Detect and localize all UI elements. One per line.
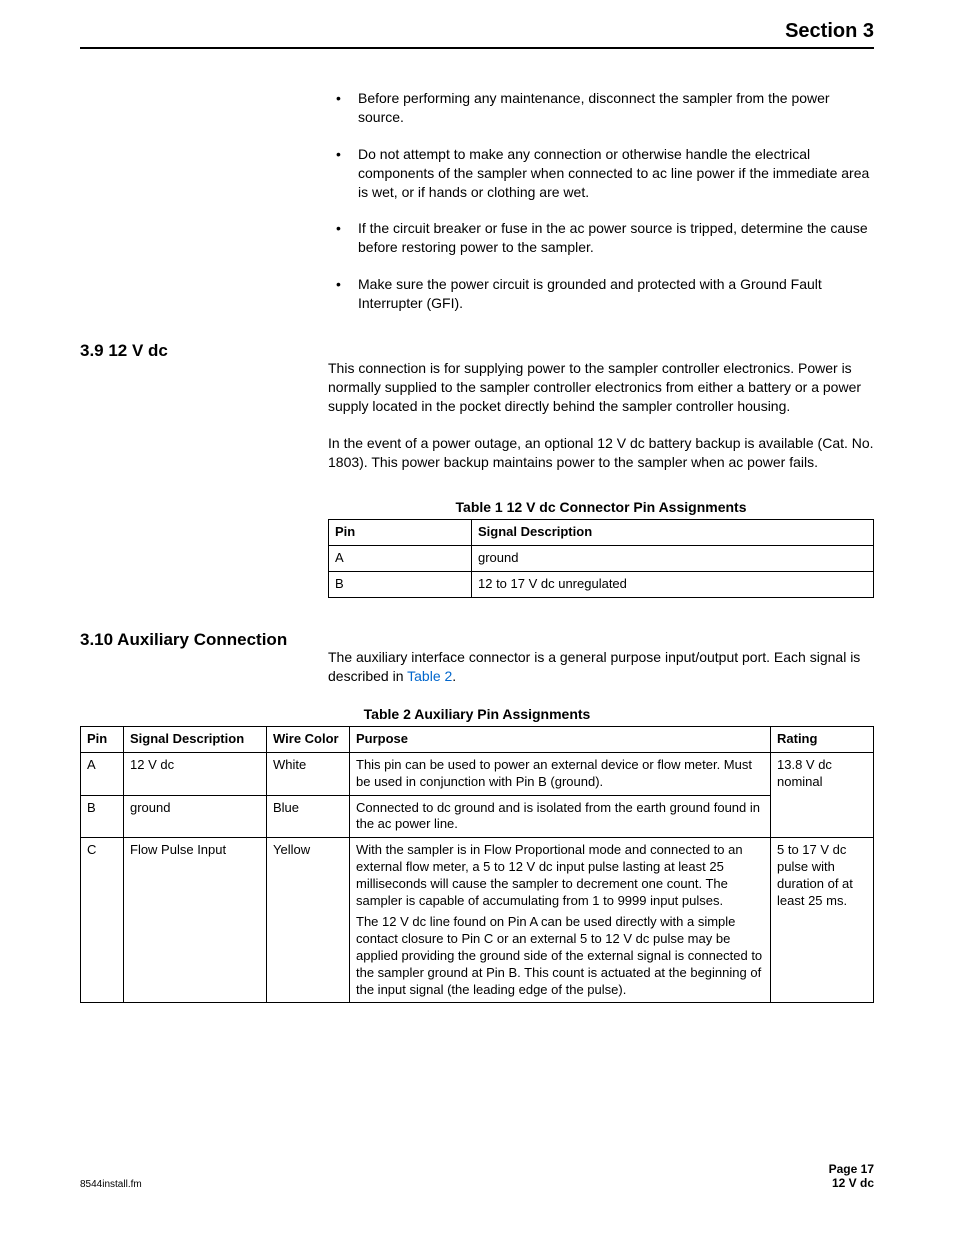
table-row: B 12 to 17 V dc unregulated (329, 572, 874, 598)
table-1-caption: Table 1 12 V dc Connector Pin Assignment… (328, 499, 874, 515)
table-cell: ground (472, 546, 874, 572)
table-row: Pin Signal Description (329, 520, 874, 546)
table-header-rating: Rating (771, 726, 874, 752)
section-3-10-p1: The auxiliary interface connector is a g… (328, 648, 874, 686)
table-header-wire: Wire Color (267, 726, 350, 752)
bullet-item: If the circuit breaker or fuse in the ac… (328, 219, 874, 257)
table-cell: 12 V dc (124, 752, 267, 795)
table-cell: B (81, 795, 124, 838)
purpose-para-1: With the sampler is in Flow Proportional… (356, 842, 764, 910)
table-header-signal: Signal Description (472, 520, 874, 546)
table-header-purpose: Purpose (350, 726, 771, 752)
table-cell: This pin can be used to power an externa… (350, 752, 771, 795)
table-2-link[interactable]: Table 2 (407, 668, 452, 684)
table-cell: Blue (267, 795, 350, 838)
table-row: A ground (329, 546, 874, 572)
table-cell: Connected to dc ground and is isolated f… (350, 795, 771, 838)
table-1: Pin Signal Description A ground B 12 to … (328, 519, 874, 598)
table-row: Pin Signal Description Wire Color Purpos… (81, 726, 874, 752)
table-cell: White (267, 752, 350, 795)
table-header-pin: Pin (329, 520, 472, 546)
bullet-item: Before performing any maintenance, disco… (328, 89, 874, 127)
table-2: Pin Signal Description Wire Color Purpos… (80, 726, 874, 1003)
section-label: Section 3 (785, 20, 874, 42)
table-cell: B (329, 572, 472, 598)
table-cell: ground (124, 795, 267, 838)
section-3-9-body: This connection is for supplying power t… (328, 341, 874, 489)
table-header-pin: Pin (81, 726, 124, 752)
table-2-caption: Table 2 Auxiliary Pin Assignments (80, 706, 874, 722)
section-3-10-body: The auxiliary interface connector is a g… (328, 648, 874, 686)
table-row: A 12 V dc White This pin can be used to … (81, 752, 874, 795)
page-header: Section 3 (80, 20, 874, 49)
page-footer: 8544install.fm Page 17 12 V dc (80, 1162, 874, 1190)
table-cell: 5 to 17 V dc pulse with duration of at l… (771, 838, 874, 1003)
section-3-9: 3.9 12 V dc This connection is for suppl… (80, 341, 874, 489)
table-cell: A (329, 546, 472, 572)
table-cell: 13.8 V dc nominal (771, 752, 874, 838)
section-3-9-p1: This connection is for supplying power t… (328, 359, 874, 416)
table-row: C Flow Pulse Input Yellow With the sampl… (81, 838, 874, 1003)
table-cell: Flow Pulse Input (124, 838, 267, 1003)
section-3-9-p2: In the event of a power outage, an optio… (328, 434, 874, 472)
footer-page-number: Page 17 (829, 1162, 874, 1176)
bullet-item: Make sure the power circuit is grounded … (328, 275, 874, 313)
table-cell: A (81, 752, 124, 795)
bullet-list-container: Before performing any maintenance, disco… (328, 89, 874, 313)
purpose-para-2: The 12 V dc line found on Pin A can be u… (356, 914, 764, 998)
table-cell: C (81, 838, 124, 1003)
section-3-10-heading: 3.10 Auxiliary Connection (80, 630, 287, 650)
table-row: B ground Blue Connected to dc ground and… (81, 795, 874, 838)
table-cell: With the sampler is in Flow Proportional… (350, 838, 771, 1003)
safety-bullets: Before performing any maintenance, disco… (328, 89, 874, 313)
footer-right: Page 17 12 V dc (829, 1162, 874, 1190)
table-cell: 12 to 17 V dc unregulated (472, 572, 874, 598)
section-3-10-p1-post: . (452, 668, 456, 684)
section-3-10: 3.10 Auxiliary Connection (80, 630, 874, 650)
section-3-9-heading: 3.9 12 V dc (80, 341, 328, 361)
footer-section-title: 12 V dc (829, 1176, 874, 1190)
table-header-signal: Signal Description (124, 726, 267, 752)
bullet-item: Do not attempt to make any connection or… (328, 145, 874, 202)
table-cell: Yellow (267, 838, 350, 1003)
footer-filename: 8544install.fm (80, 1179, 142, 1190)
